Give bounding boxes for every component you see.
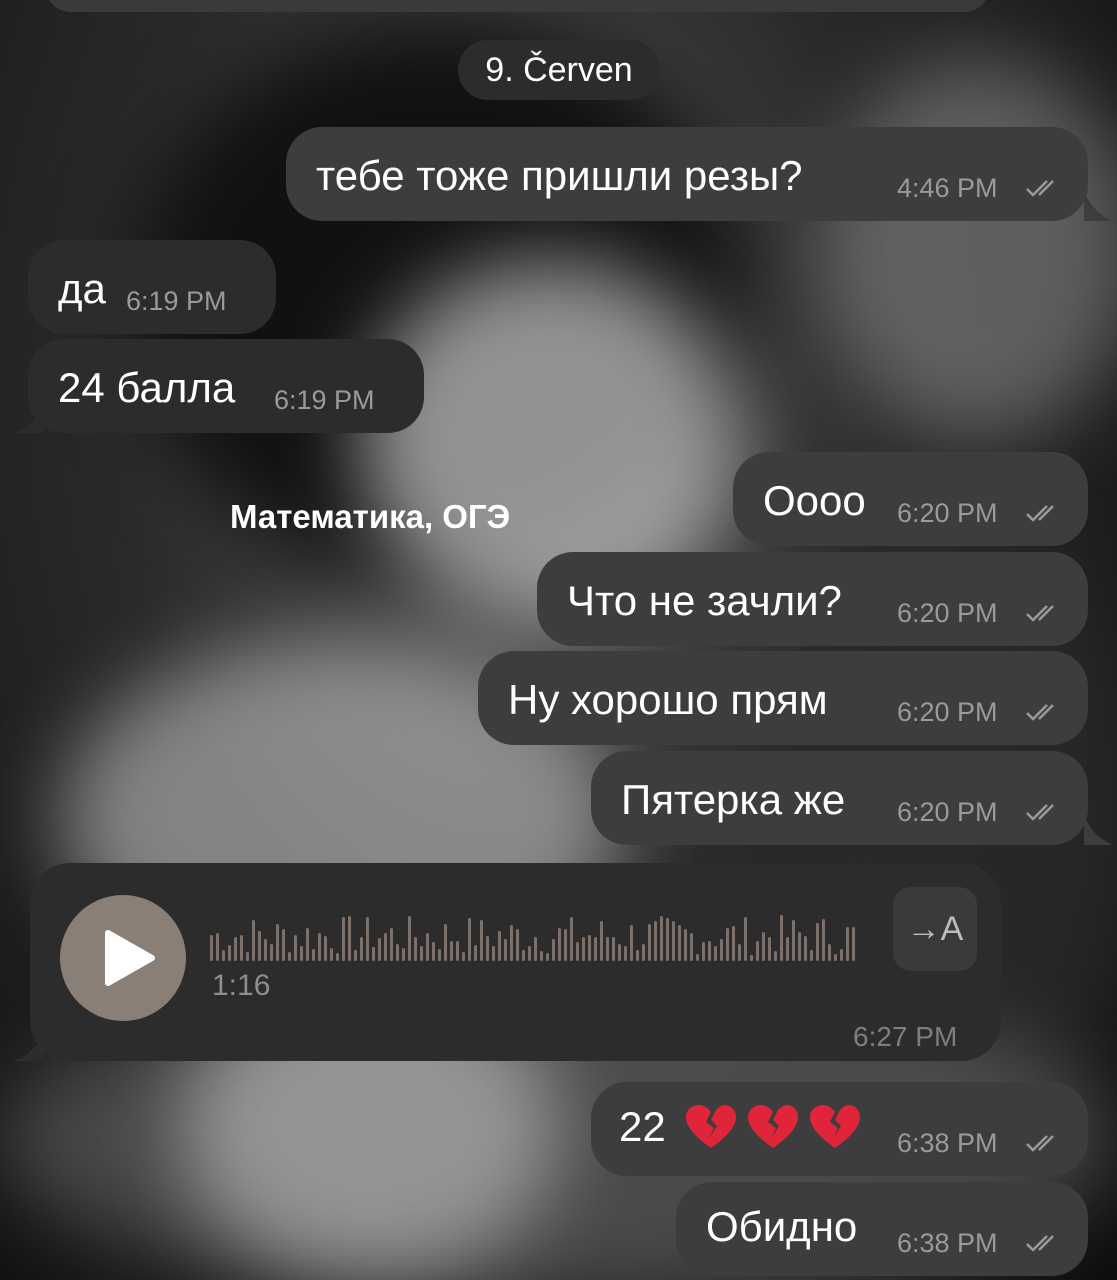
- outgoing-message[interactable]: Ну хорошо прям 6:20 PM: [478, 651, 1088, 745]
- message-time: 4:46 PM: [897, 173, 998, 203]
- read-checks-icon: [1026, 1235, 1054, 1252]
- voice-duration: 1:16: [212, 969, 271, 1002]
- outgoing-message[interactable]: Оооо 6:20 PM: [733, 452, 1088, 546]
- message-time: 6:20 PM: [897, 797, 998, 827]
- outgoing-message[interactable]: тебе тоже пришли резы? 4:46 PM: [286, 127, 1088, 221]
- date-separator: 9. Červen: [458, 40, 660, 100]
- incoming-message[interactable]: да 6:19 PM: [28, 240, 276, 334]
- message-text: 24 балла: [58, 364, 236, 411]
- message-text: тебе тоже пришли резы?: [316, 152, 803, 199]
- incoming-message[interactable]: 24 балла 6:19 PM: [28, 339, 424, 433]
- broken-heart-icon: [747, 1105, 798, 1148]
- broken-heart-icon: [685, 1105, 736, 1148]
- read-checks-icon: [1026, 505, 1054, 522]
- message-time: 6:20 PM: [897, 598, 998, 628]
- message-number: 22: [619, 1103, 666, 1150]
- message-time: 6:19 PM: [126, 286, 227, 316]
- read-checks-icon: [1026, 704, 1054, 721]
- message-text: 22: [619, 1104, 862, 1150]
- read-checks-icon: [1026, 804, 1054, 821]
- message-time: 6:27 PM: [853, 1021, 958, 1052]
- album-caption: Математика, ОГЭ: [230, 498, 511, 535]
- message-time: 6:19 PM: [274, 385, 375, 415]
- transcribe-button[interactable]: →A: [893, 887, 977, 971]
- previous-message-bubble: [45, 0, 990, 12]
- message-text: Ну хорошо прям: [508, 676, 828, 723]
- read-checks-icon: [1026, 1135, 1054, 1152]
- message-time: 6:20 PM: [897, 697, 998, 727]
- message-text: Обидно: [706, 1203, 858, 1250]
- read-checks-icon: [1026, 605, 1054, 622]
- read-checks-icon: [1026, 180, 1054, 197]
- voice-message[interactable]: 1:16 →A 6:27 PM: [30, 863, 1001, 1061]
- play-icon: [105, 930, 155, 986]
- message-text: да: [58, 265, 106, 312]
- broken-heart-icon: [809, 1105, 860, 1148]
- outgoing-message[interactable]: Пятерка же 6:20 PM: [591, 751, 1088, 845]
- message-text: Пятерка же: [621, 776, 846, 823]
- outgoing-message[interactable]: 22 6:38 PM: [591, 1082, 1088, 1176]
- message-time: 6:38 PM: [897, 1128, 998, 1158]
- play-button[interactable]: [60, 895, 186, 1021]
- outgoing-message[interactable]: Обидно 6:38 PM: [676, 1182, 1088, 1276]
- transcribe-icon: →A: [906, 909, 964, 948]
- outgoing-message[interactable]: Что не зачли? 6:20 PM: [537, 552, 1088, 646]
- message-time: 6:20 PM: [897, 498, 998, 528]
- message-time: 6:38 PM: [897, 1228, 998, 1258]
- waveform[interactable]: [210, 909, 860, 961]
- message-text: Оооо: [763, 477, 866, 524]
- message-text: Что не зачли?: [567, 577, 842, 624]
